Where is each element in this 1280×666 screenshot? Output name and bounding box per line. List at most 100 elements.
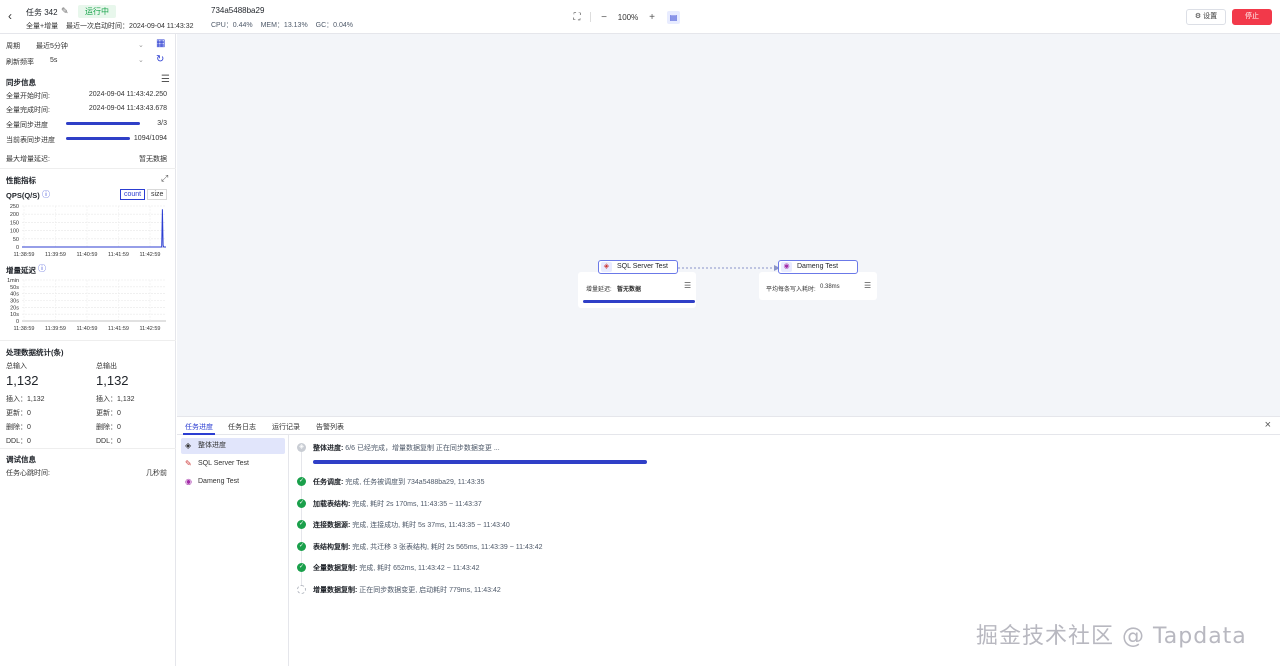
- overall-label: 整体进度:: [313, 445, 344, 452]
- source-node[interactable]: ◈ SQL Server Test: [598, 260, 678, 274]
- source-node-card[interactable]: 增量延迟: 暂无数据 ☰: [578, 272, 696, 308]
- target-node-card[interactable]: 平均每条写入耗时: 0.38ms ☰: [759, 272, 877, 300]
- chevron-down-icon: ⌄: [138, 57, 144, 64]
- dameng-icon: ◉: [185, 477, 192, 486]
- list-icon[interactable]: ☰: [684, 281, 691, 290]
- output-delete: 删除：0: [96, 424, 121, 431]
- target-write-label: 平均每条写入耗时:: [766, 287, 816, 293]
- output-label: 总输出: [96, 363, 117, 370]
- tab-runs[interactable]: 运行记录: [272, 422, 300, 432]
- source-node-label: SQL Server Test: [617, 263, 668, 270]
- task-subinfo: 全量+增量 最近一次启动时间：2024-09-04 11:43:32: [26, 21, 200, 31]
- check-icon: ✓: [297, 477, 306, 486]
- watermark-text: 掘金技术社区 @ Tapdata: [976, 624, 1247, 649]
- period-select[interactable]: 最近5分钟: [36, 41, 68, 51]
- chevron-down-icon: ⌄: [138, 42, 144, 49]
- full-progress-bar: [66, 122, 140, 125]
- y-tick-label: 50s: [10, 285, 19, 291]
- tab-progress[interactable]: 任务进度: [185, 422, 213, 432]
- step-label: 增量数据复制:: [313, 587, 358, 594]
- list-item-overall[interactable]: ◈ 整体进度: [181, 438, 285, 454]
- x-tick-label: 11:42:59: [139, 252, 160, 258]
- series-line: [22, 209, 166, 248]
- size-toggle[interactable]: size: [147, 189, 168, 200]
- tab-alerts[interactable]: 告警列表: [316, 422, 344, 432]
- list-icon[interactable]: ☰: [864, 281, 871, 290]
- divider: [0, 168, 176, 169]
- source-progress-bar: [583, 300, 695, 303]
- info-icon[interactable]: ⓘ: [42, 189, 50, 200]
- calendar-icon[interactable]: ▦: [156, 38, 165, 49]
- list-item-source[interactable]: ✎ SQL Server Test: [181, 456, 285, 472]
- output-update: 更新：0: [96, 410, 121, 417]
- y-tick-label: 50: [13, 237, 19, 243]
- refresh-icon[interactable]: ↻: [156, 54, 164, 65]
- check-icon: ✓: [297, 520, 306, 529]
- expand-icon[interactable]: ⤢: [161, 173, 168, 184]
- input-update: 更新：0: [6, 410, 31, 417]
- bottom-tabs: 任务进度 任务日志 运行记录 告警列表 ×: [177, 417, 1280, 435]
- dag-canvas[interactable]: 增量延迟: 暂无数据 ☰ ◈ SQL Server Test 平均每条写入耗时:…: [177, 34, 1280, 416]
- step-label: 任务调度:: [313, 479, 344, 486]
- step-load-schema: 加载表结构: 完成, 耗时 2s 170ms, 11:43:35 ~ 11:43…: [313, 499, 482, 509]
- sync-info-title: 同步信息: [6, 78, 36, 87]
- heartbeat-value: 几秒前: [146, 470, 167, 477]
- step-label: 连接数据源:: [313, 522, 351, 529]
- settings-button[interactable]: ⚙ 设置: [1186, 9, 1226, 25]
- y-tick-label: 0: [16, 319, 19, 325]
- input-ddl: DDL：0: [6, 438, 31, 445]
- stats-title: 处理数据统计(条): [6, 348, 64, 357]
- delay-title: 增量延迟: [6, 266, 36, 275]
- edit-icon[interactable]: ✎: [61, 6, 69, 17]
- stop-button[interactable]: 停止: [1232, 9, 1272, 25]
- count-toggle[interactable]: count: [120, 189, 146, 200]
- edge-arrow: [678, 265, 780, 271]
- zoom-out-button[interactable]: −: [597, 12, 611, 23]
- full-done-label: 全量完成时间:: [6, 107, 50, 114]
- list-icon[interactable]: ☰: [161, 74, 170, 85]
- overall-text: 6/6 已经完成，增量数据复制 正在同步数据变更 ...: [345, 445, 500, 452]
- input-total: 1,132: [6, 373, 39, 388]
- layers-icon: ◈: [185, 441, 192, 450]
- check-icon: ✓: [297, 499, 306, 508]
- x-tick-label: 11:38:59: [13, 252, 34, 258]
- close-icon[interactable]: ×: [1265, 419, 1271, 431]
- tab-logs[interactable]: 任务日志: [228, 422, 256, 432]
- x-tick-label: 11:38:59: [13, 326, 34, 332]
- monitor-sidebar: 周期 最近5分钟 ⌄ ▦ 刷新频率 5s ⌄ ↻ 同步信息 ☰ 全量开始时间: …: [0, 34, 176, 666]
- qps-chart: 250 200 150 100 50 011:38:59 11:39:59 11:40:59 1…: [10, 204, 166, 258]
- mem-metric: MEM：13.13%: [260, 22, 308, 29]
- task-id: 734a5488ba29: [211, 6, 265, 15]
- max-delay-value: 暂无数据: [139, 156, 167, 163]
- step-label: 加载表结构:: [313, 501, 351, 508]
- zoom-controls: ⛶ − 100% + ▤: [570, 10, 680, 24]
- x-tick-label: 11:39:59: [45, 326, 66, 332]
- header: ‹ 任务 342 ✎ 运行中 全量+增量 最近一次启动时间：2024-09-04…: [0, 0, 1280, 34]
- progress-node-list: ◈ 整体进度 ✎ SQL Server Test ◉ Dameng Test: [177, 435, 289, 666]
- step-text: 完成, 耗时 2s 170ms, 11:43:35 ~ 11:43:37: [352, 501, 482, 508]
- table-progress-value: 1094/1094: [133, 135, 167, 142]
- step-text: 正在同步数据变更, 启动耗时 779ms, 11:43:42: [359, 587, 501, 594]
- target-node[interactable]: ◉ Dameng Test: [778, 260, 858, 274]
- dameng-icon: ◉: [781, 262, 792, 272]
- max-delay-label: 最大增量延迟:: [6, 156, 50, 163]
- fit-view-icon[interactable]: ⛶: [570, 12, 584, 23]
- source-delay-label: 增量延迟:: [586, 287, 612, 293]
- step-text: 完成, 共迁移 3 张表结构, 耗时 2s 565ms, 11:43:39 ~ …: [352, 544, 543, 551]
- divider: [0, 448, 176, 449]
- refresh-select[interactable]: 5s: [50, 57, 57, 64]
- x-tick-label: 11:41:59: [108, 326, 129, 332]
- y-tick-label: 20s: [10, 305, 19, 311]
- y-tick-label: 100: [10, 229, 19, 235]
- table-progress-label: 当前表同步进度: [6, 137, 55, 144]
- list-item-target[interactable]: ◉ Dameng Test: [181, 474, 285, 490]
- input-delete: 删除：0: [6, 424, 31, 431]
- chevron-left-icon[interactable]: ‹: [8, 9, 12, 23]
- zoom-in-button[interactable]: +: [645, 12, 659, 23]
- refresh-label: 刷新频率: [6, 59, 34, 66]
- divider: [0, 340, 176, 341]
- performance-title: 性能指标: [6, 176, 36, 185]
- info-icon[interactable]: ⓘ: [38, 263, 46, 274]
- clipboard-icon[interactable]: ▤: [667, 10, 680, 24]
- zoom-level: 100%: [617, 12, 639, 22]
